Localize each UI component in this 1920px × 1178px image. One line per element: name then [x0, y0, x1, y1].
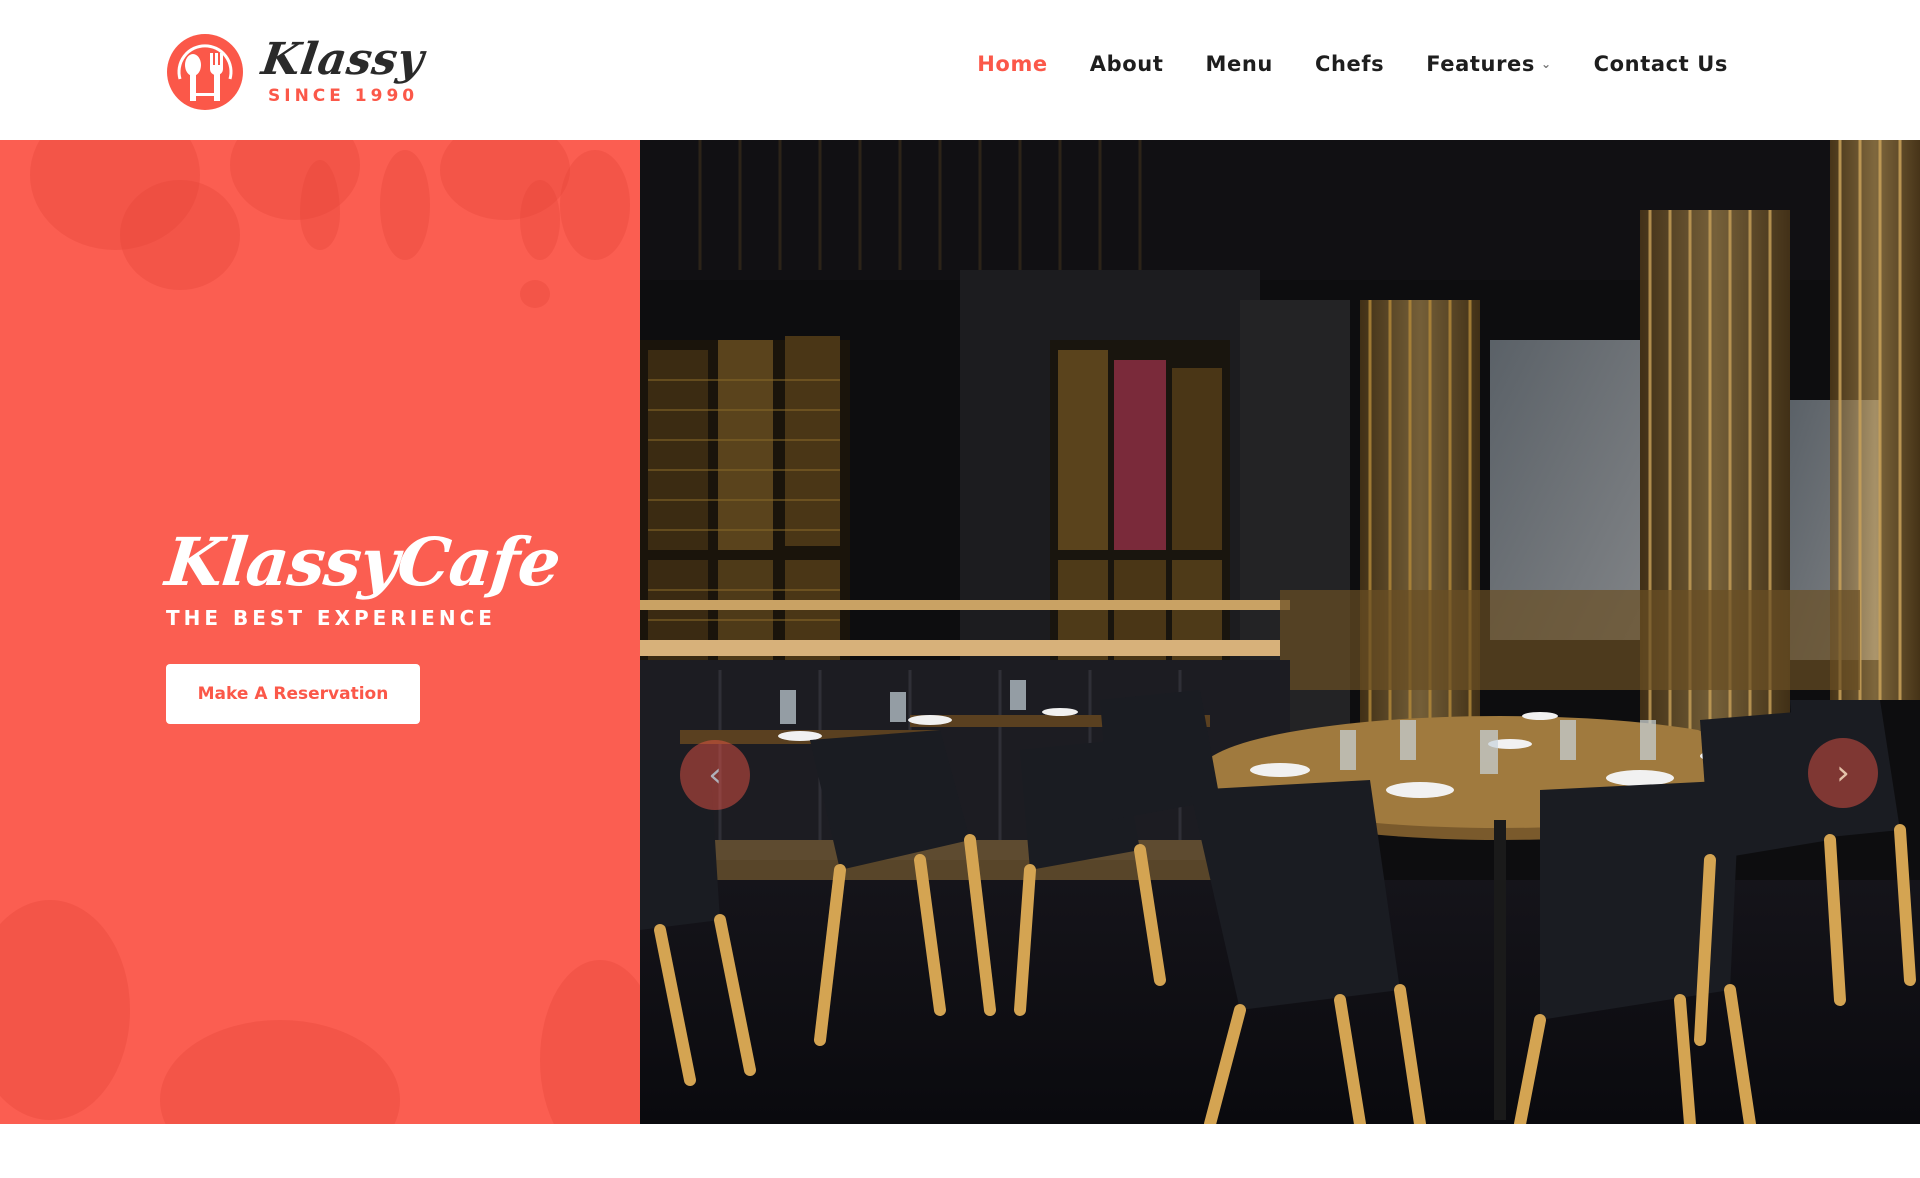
restaurant-photo-illustration — [640, 140, 1920, 1124]
nav-menu-label: Menu — [1205, 52, 1273, 76]
hero-content: KlassyCafe THE BEST EXPERIENCE Make A Re… — [162, 522, 564, 724]
hero-section: KlassyCafe THE BEST EXPERIENCE Make A Re… — [0, 140, 1920, 1124]
brand-name: Klassy — [258, 34, 428, 85]
nav-chefs[interactable]: Chefs — [1315, 52, 1384, 76]
floral-decoration — [0, 900, 130, 1120]
floral-decoration — [160, 1020, 400, 1124]
floral-decoration — [520, 280, 550, 308]
logo[interactable]: Klassy SINCE 1990 — [166, 32, 428, 112]
floral-decoration — [120, 180, 240, 290]
nav-about[interactable]: About — [1090, 52, 1164, 76]
chevron-left-icon: ‹ — [708, 755, 722, 795]
main-nav: Home About Menu Chefs Features ⌄ Contact … — [935, 52, 1728, 76]
nav-contact-label: Contact Us — [1593, 52, 1728, 76]
hero-title: KlassyCafe — [161, 523, 564, 601]
chevron-right-icon: › — [1836, 753, 1850, 793]
brand-tagline: SINCE 1990 — [268, 86, 419, 106]
nav-about-label: About — [1089, 52, 1164, 76]
floral-decoration — [540, 960, 640, 1124]
nav-contact-us[interactable]: Contact Us — [1594, 52, 1728, 76]
nav-home[interactable]: Home — [977, 52, 1048, 76]
floral-decoration — [380, 150, 430, 260]
page-below-hero — [0, 1124, 1920, 1178]
slider-prev-button[interactable]: ‹ — [680, 740, 750, 810]
hero-text-panel: KlassyCafe THE BEST EXPERIENCE Make A Re… — [0, 140, 640, 1124]
nav-chefs-label: Chefs — [1314, 52, 1385, 76]
make-reservation-button[interactable]: Make A Reservation — [166, 664, 420, 724]
nav-home-label: Home — [977, 52, 1048, 76]
restaurant-interior-image — [640, 140, 1920, 1124]
floral-decoration — [560, 150, 630, 260]
nav-menu[interactable]: Menu — [1205, 52, 1272, 76]
nav-features[interactable]: Features ⌄ — [1426, 52, 1551, 76]
hero-subtitle: THE BEST EXPERIENCE — [166, 606, 496, 630]
slider-next-button[interactable]: › — [1808, 738, 1878, 808]
chevron-down-icon: ⌄ — [1540, 57, 1552, 71]
floral-decoration — [520, 180, 560, 260]
nav-features-label: Features — [1426, 52, 1535, 76]
site-header: Klassy SINCE 1990 Home About Menu Chefs … — [0, 0, 1920, 140]
spoon-fork-logo-icon — [167, 34, 243, 110]
floral-decoration — [230, 140, 360, 220]
